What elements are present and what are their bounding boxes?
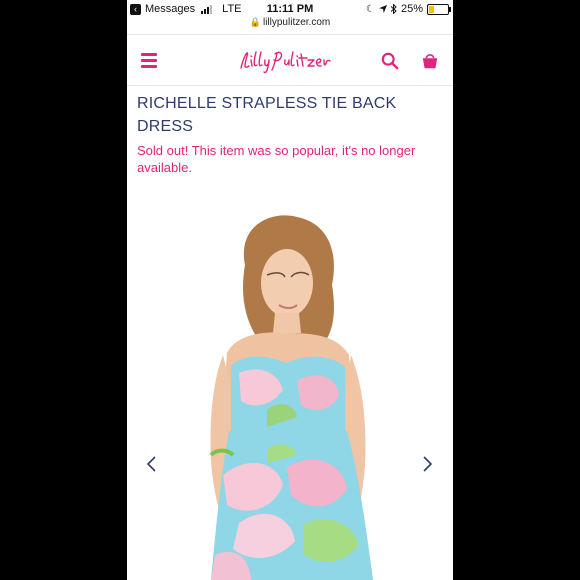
location-arrow-icon (378, 5, 387, 13)
product-image-gallery[interactable] (127, 205, 453, 580)
brand-logo[interactable] (235, 46, 345, 81)
hamburger-menu-icon[interactable] (141, 53, 157, 68)
chevron-right-icon[interactable] (420, 455, 434, 473)
url-text[interactable]: lillypulitzer.com (263, 17, 330, 28)
sold-out-message: Sold out! This item was so popular, it's… (137, 143, 416, 175)
chevron-left-icon[interactable] (145, 455, 159, 473)
lock-icon: 🔒 (249, 17, 261, 27)
moon-icon: ☾ (366, 3, 375, 15)
bluetooth-icon (390, 4, 397, 14)
battery-icon (427, 3, 451, 15)
search-icon[interactable] (381, 52, 399, 70)
status-right: ☾ 25% (366, 3, 451, 15)
product-title: RICHELLE STRAPLESS TIE BACK DRESS (137, 95, 397, 135)
shopping-bag-icon[interactable] (421, 52, 439, 70)
product-photo (209, 215, 373, 580)
lilly-pulitzer-logo-icon (240, 51, 331, 74)
site-header (127, 34, 453, 86)
status-bar: ‹ Messages LTE 11:11 PM ☾ 25% 🔒 lillypuli… (127, 0, 453, 28)
phone-screen: ‹ Messages LTE 11:11 PM ☾ 25% 🔒 lillypuli… (127, 0, 453, 580)
url-bar[interactable]: 🔒 lillypulitzer.com (127, 17, 453, 28)
battery-percent: 25% (400, 3, 423, 15)
